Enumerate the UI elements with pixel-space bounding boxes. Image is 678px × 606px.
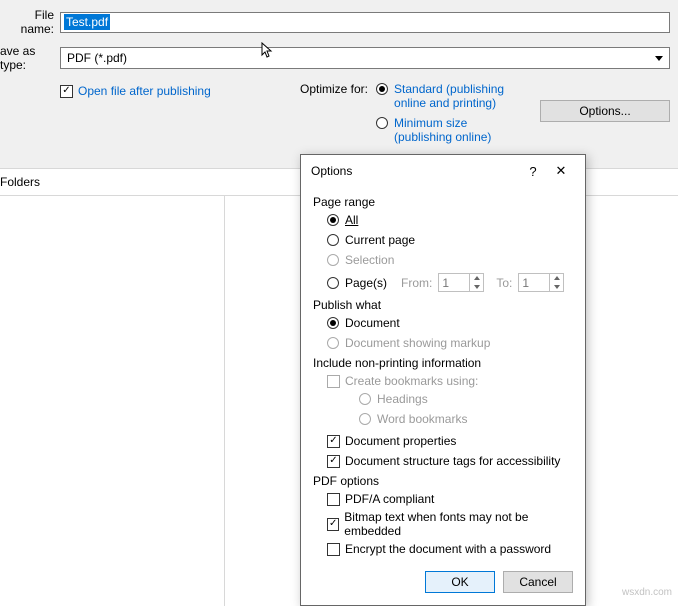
publish-what-group: Publish what (313, 298, 573, 312)
bookmarks-word-radio: Word bookmarks (359, 412, 573, 426)
open-after-checkbox[interactable]: Open file after publishing (60, 84, 211, 98)
range-selection-label: Selection (345, 253, 394, 267)
publish-markup-label: Document showing markup (345, 336, 490, 350)
to-value: 1 (519, 276, 549, 290)
pdfa-checkbox[interactable]: PDF/A compliant (327, 492, 434, 506)
radio-icon (327, 317, 339, 329)
encrypt-checkbox[interactable]: Encrypt the document with a password (327, 542, 551, 556)
file-name-input[interactable]: Test.pdf (60, 12, 670, 33)
radio-icon (327, 234, 339, 246)
radio-icon (327, 214, 339, 226)
open-after-label: Open file after publishing (78, 84, 211, 98)
optimize-label: Optimize for: (300, 82, 368, 96)
bitmap-label: Bitmap text when fonts may not be embedd… (344, 510, 573, 538)
watermark: wsxdn.com (622, 587, 672, 598)
optimize-standard-l1: Standard (publishing (394, 82, 504, 96)
bookmarks-headings-label: Headings (377, 392, 428, 406)
save-as-type-select[interactable]: PDF (*.pdf) (60, 47, 670, 69)
bookmarks-word-label: Word bookmarks (377, 412, 467, 426)
optimize-standard-radio[interactable]: Standard (publishing online and printing… (376, 82, 504, 110)
dialog-titlebar[interactable]: Options ? ✕ (301, 155, 585, 185)
page-range-group: Page range (313, 195, 573, 209)
spinner-down-icon (474, 285, 480, 289)
bitmap-checkbox[interactable]: Bitmap text when fonts may not be embedd… (327, 510, 573, 538)
radio-icon (376, 83, 388, 95)
chevron-down-icon (655, 56, 663, 61)
checkbox-icon (327, 375, 340, 388)
save-panel: File name: Test.pdf ave as type: PDF (*.… (0, 0, 678, 169)
folders-pane[interactable] (0, 196, 225, 606)
bookmarks-label: Create bookmarks using: (345, 374, 478, 388)
from-label: From: (401, 276, 432, 290)
encrypt-label: Encrypt the document with a password (345, 542, 551, 556)
publish-document-label: Document (345, 316, 400, 330)
radio-icon (327, 254, 339, 266)
include-group: Include non-printing information (313, 356, 573, 370)
range-selection-radio: Selection (327, 253, 573, 267)
options-dialog: Options ? ✕ Page range All Current page … (300, 154, 586, 606)
help-button[interactable]: ? (519, 164, 547, 179)
to-spinner: 1 (518, 273, 564, 292)
checkbox-icon (327, 455, 340, 468)
struct-tags-checkbox[interactable]: Document structure tags for accessibilit… (327, 454, 560, 468)
to-label: To: (496, 276, 512, 290)
range-current-radio[interactable]: Current page (327, 233, 573, 247)
from-value: 1 (439, 276, 469, 290)
cancel-button[interactable]: Cancel (503, 571, 573, 593)
options-button[interactable]: Options... (540, 100, 670, 122)
range-all-radio[interactable]: All (327, 213, 573, 227)
bookmarks-checkbox: Create bookmarks using: (327, 374, 478, 388)
optimize-standard-l2: online and printing) (394, 96, 496, 110)
dialog-title: Options (311, 164, 519, 178)
spinner-up-icon (474, 276, 480, 280)
file-name-value: Test.pdf (64, 14, 110, 30)
save-as-type-value: PDF (*.pdf) (67, 51, 127, 65)
pdfa-label: PDF/A compliant (345, 492, 434, 506)
close-button[interactable]: ✕ (547, 163, 575, 179)
ok-button[interactable]: OK (425, 571, 495, 593)
range-pages-label: Page(s) (345, 276, 387, 290)
radio-icon (359, 413, 371, 425)
bookmarks-headings-radio: Headings (359, 392, 573, 406)
spinner-down-icon (554, 285, 560, 289)
optimize-minimum-radio[interactable]: Minimum size (publishing online) (376, 116, 504, 144)
range-pages-radio[interactable]: Page(s) From: 1 To: 1 (327, 273, 573, 292)
range-all-label: All (345, 213, 358, 227)
struct-tags-label: Document structure tags for accessibilit… (345, 454, 560, 468)
optimize-min-l1: Minimum size (394, 116, 467, 130)
range-current-label: Current page (345, 233, 415, 247)
folders-label[interactable]: Folders (0, 175, 40, 189)
file-name-label: File name: (0, 8, 60, 36)
radio-icon (327, 277, 339, 289)
checkbox-icon (60, 85, 73, 98)
checkbox-icon (327, 493, 340, 506)
spinner-up-icon (554, 276, 560, 280)
radio-icon (327, 337, 339, 349)
publish-markup-radio: Document showing markup (327, 336, 573, 350)
pdf-options-group: PDF options (313, 474, 573, 488)
radio-icon (359, 393, 371, 405)
save-as-type-label: ave as type: (0, 44, 60, 72)
doc-props-label: Document properties (345, 434, 456, 448)
checkbox-icon (327, 543, 340, 556)
checkbox-icon (327, 435, 340, 448)
checkbox-icon (327, 518, 339, 531)
publish-document-radio[interactable]: Document (327, 316, 573, 330)
radio-icon (376, 117, 388, 129)
from-spinner: 1 (438, 273, 484, 292)
optimize-min-l2: (publishing online) (394, 130, 491, 144)
doc-props-checkbox[interactable]: Document properties (327, 434, 456, 448)
